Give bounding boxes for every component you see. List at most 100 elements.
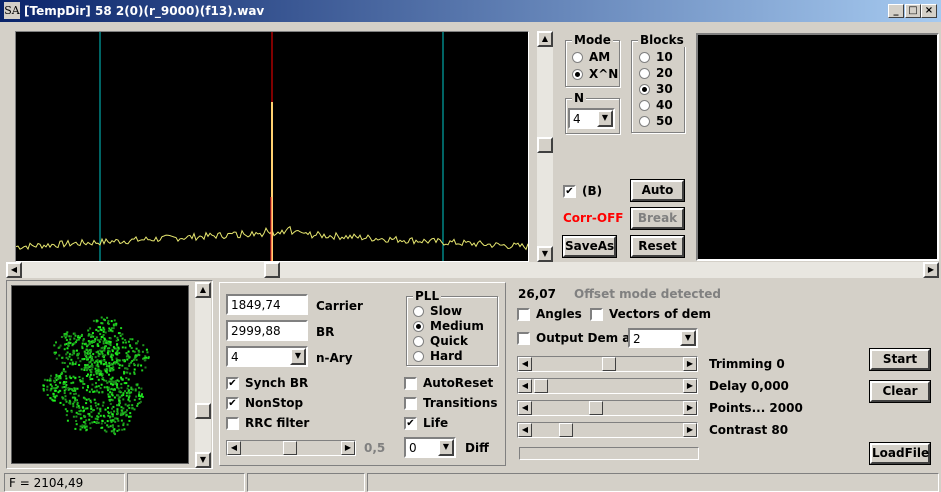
radio-icon (572, 51, 583, 63)
mode-caption: Mode (572, 33, 613, 47)
constellation-point (141, 350, 144, 353)
arrow-right-icon[interactable]: ▶ (923, 262, 939, 278)
auto-button[interactable]: Auto (630, 179, 685, 202)
arrow-left-icon[interactable]: ◀ (518, 423, 532, 437)
loadfile-button[interactable]: LoadFile (869, 442, 931, 465)
arrow-down-icon[interactable]: ▼ (438, 439, 454, 456)
window-title: [TempDir] 58 2(0)(r_9000)(f13).wav (24, 4, 265, 18)
constellation-point (75, 349, 78, 352)
blocks-option-20[interactable]: 20 (639, 66, 673, 80)
spectrum-vscrollbar[interactable]: ▲ ▼ (537, 31, 553, 262)
life-checkbox[interactable]: ✔ Life (404, 416, 448, 430)
minimize-button[interactable]: _ (888, 4, 904, 18)
arrow-down-icon[interactable]: ▼ (290, 348, 306, 365)
rrc-slider[interactable]: ◀ ▶ (226, 440, 356, 456)
constellation-point (113, 428, 116, 431)
arrow-right-icon[interactable]: ▶ (341, 441, 355, 455)
arrow-left-icon[interactable]: ◀ (518, 401, 532, 415)
contrast-slider[interactable]: ◀ ▶ (517, 422, 698, 438)
angles-checkbox[interactable]: Angles (517, 307, 582, 321)
spectrum-display[interactable] (15, 31, 529, 262)
constellation-point (124, 411, 127, 413)
points-slider[interactable]: ◀ ▶ (517, 400, 698, 416)
mode-option-xn[interactable]: X^N (572, 67, 618, 81)
contrast-slider-thumb[interactable] (559, 423, 573, 437)
blocks-option-10[interactable]: 10 (639, 50, 673, 64)
start-button[interactable]: Start (869, 348, 931, 371)
points-slider-thumb[interactable] (589, 401, 603, 415)
synch-br-checkbox[interactable]: ✔ Synch BR (226, 376, 308, 390)
radio-selected-icon (572, 68, 583, 80)
nonstop-checkbox[interactable]: ✔ NonStop (226, 396, 303, 410)
blocks-option-40[interactable]: 40 (639, 98, 673, 112)
pll-option-hard[interactable]: Hard (413, 349, 463, 363)
constellation-point (64, 385, 67, 388)
arrow-left-icon[interactable]: ◀ (518, 357, 532, 371)
constellation-svg (42, 316, 150, 436)
delay-slider-thumb[interactable] (534, 379, 548, 393)
output-dem-checkbox[interactable]: Output Dem as (517, 331, 638, 345)
constellation-point (92, 319, 95, 322)
delay-slider[interactable]: ◀ ▶ (517, 378, 698, 394)
arrow-right-icon[interactable]: ▶ (683, 357, 697, 371)
constellation-point (69, 362, 71, 365)
saveas-button[interactable]: SaveAs (562, 235, 617, 258)
blocks-option-30[interactable]: 30 (639, 82, 673, 96)
constellation-point (79, 413, 82, 416)
diff-select[interactable]: 0 ▼ (404, 437, 456, 458)
spectrum-hscrollbar[interactable]: ◀ ▶ (6, 262, 939, 278)
mode-option-am[interactable]: AM (572, 50, 610, 64)
constellation-point (147, 357, 150, 360)
constellation-point (109, 416, 111, 419)
constellation-point (55, 351, 57, 354)
arrow-right-icon[interactable]: ▶ (683, 401, 697, 415)
vectors-checkbox[interactable]: Vectors of dem (590, 307, 711, 321)
constellation-point (77, 338, 80, 341)
b-checkbox[interactable]: ✔ (B) (563, 184, 602, 198)
arrow-left-icon[interactable]: ◀ (227, 441, 241, 455)
break-button[interactable]: Break (630, 207, 685, 230)
arrow-right-icon[interactable]: ▶ (683, 423, 697, 437)
arrow-down-icon[interactable]: ▼ (680, 330, 696, 346)
arrow-left-icon[interactable]: ◀ (518, 379, 532, 393)
transitions-checkbox[interactable]: Transitions (404, 396, 497, 410)
constellation-point (107, 322, 110, 325)
arrow-down-icon[interactable]: ▼ (597, 110, 613, 127)
reset-button[interactable]: Reset (630, 235, 685, 258)
nary-select[interactable]: 4 ▼ (226, 346, 308, 367)
constellation-point (62, 383, 65, 386)
arrow-up-icon[interactable]: ▲ (537, 31, 553, 47)
trimming-slider[interactable]: ◀ ▶ (517, 356, 698, 372)
constellation-point (99, 407, 102, 410)
trimming-slider-thumb[interactable] (602, 357, 616, 371)
blocks-option-50[interactable]: 50 (639, 114, 673, 128)
rrc-filter-checkbox[interactable]: RRC filter (226, 416, 309, 430)
carrier-input[interactable]: 1849,74 (226, 294, 308, 315)
vscroll-thumb[interactable] (537, 137, 553, 153)
pll-option-medium[interactable]: Medium (413, 319, 484, 333)
constellation-point (95, 336, 98, 339)
constellation-vscroll-thumb[interactable] (195, 403, 211, 419)
br-input[interactable]: 2999,88 (226, 320, 308, 341)
pll-option-quick[interactable]: Quick (413, 334, 468, 348)
maximize-button[interactable]: □ (905, 4, 921, 18)
n-select[interactable]: 4 ▼ (568, 108, 615, 129)
constellation-vscrollbar[interactable]: ▲ ▼ (195, 282, 211, 468)
constellation-point (101, 404, 104, 407)
pll-option-slow[interactable]: Slow (413, 304, 462, 318)
constellation-point (93, 421, 96, 423)
clear-button[interactable]: Clear (869, 380, 931, 403)
constellation-point (134, 356, 137, 359)
arrow-down-icon[interactable]: ▼ (195, 452, 211, 468)
arrow-right-icon[interactable]: ▶ (683, 379, 697, 393)
arrow-down-icon[interactable]: ▼ (537, 246, 553, 262)
arrow-up-icon[interactable]: ▲ (195, 282, 211, 298)
constellation-point (97, 403, 100, 406)
constellation-point (100, 322, 103, 325)
hscroll-thumb[interactable] (264, 262, 280, 278)
arrow-left-icon[interactable]: ◀ (6, 262, 22, 278)
autoreset-checkbox[interactable]: AutoReset (404, 376, 493, 390)
close-button[interactable]: × (921, 4, 937, 18)
rrc-slider-thumb[interactable] (283, 441, 297, 455)
output-dem-select[interactable]: 2 ▼ (628, 328, 698, 348)
